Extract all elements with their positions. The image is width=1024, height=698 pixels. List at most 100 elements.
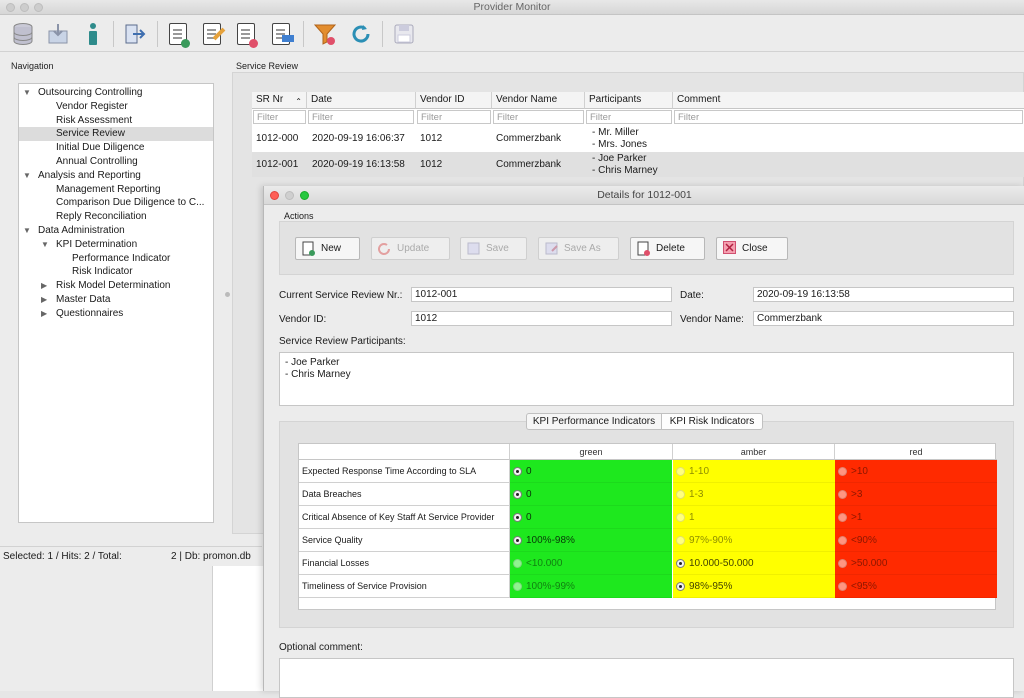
radio-button-icon[interactable] xyxy=(838,536,847,545)
save-button[interactable]: Save xyxy=(460,237,527,260)
collapsed-arrow-icon[interactable]: ▶ xyxy=(41,307,47,321)
nav-item[interactable]: ▶ Risk Model Determination xyxy=(19,279,213,293)
kpi-cell-amber[interactable]: 98%-95% xyxy=(673,575,835,598)
filter-sr-nr[interactable]: Filter xyxy=(253,110,306,124)
database-button[interactable] xyxy=(8,19,38,49)
nav-item[interactable]: Performance Indicator xyxy=(19,252,213,266)
kpi-cell-green[interactable]: <10.000 xyxy=(510,552,672,575)
dialog-zoom-light[interactable] xyxy=(300,191,309,200)
optional-comment-textarea[interactable] xyxy=(279,658,1014,698)
import-button[interactable] xyxy=(43,19,73,49)
exit-button[interactable] xyxy=(120,19,150,49)
kpi-cell-green[interactable]: 0 xyxy=(510,483,672,506)
nav-item[interactable]: Risk Assessment xyxy=(19,114,213,128)
kpi-cell-red[interactable]: >3 xyxy=(835,483,997,506)
radio-button-icon[interactable] xyxy=(513,490,522,499)
collapsed-arrow-icon[interactable]: ▶ xyxy=(41,279,47,293)
update-button[interactable]: Update xyxy=(371,237,450,260)
radio-button-icon[interactable] xyxy=(676,582,685,591)
nav-item[interactable]: ▶ Master Data xyxy=(19,293,213,307)
expanded-arrow-icon[interactable]: ▼ xyxy=(41,238,49,252)
nav-item[interactable]: Reply Reconciliation xyxy=(19,210,213,224)
filter-comment[interactable]: Filter xyxy=(674,110,1023,124)
save-as-button[interactable]: Save As xyxy=(538,237,619,260)
kpi-cell-amber[interactable]: 1 xyxy=(673,506,835,529)
zoom-window-button[interactable] xyxy=(34,3,43,12)
kpi-cell-red[interactable]: >50.000 xyxy=(835,552,997,575)
radio-button-icon[interactable] xyxy=(676,513,685,522)
close-button[interactable]: Close xyxy=(716,237,788,260)
kpi-cell-amber[interactable]: 97%-90% xyxy=(673,529,835,552)
kpi-cell-red[interactable]: >10 xyxy=(835,460,997,483)
kpi-cell-red[interactable]: >1 xyxy=(835,506,997,529)
nav-item[interactable]: ▼ Data Administration xyxy=(19,224,213,238)
nav-item[interactable]: Comparison Due Diligence to C... xyxy=(19,196,213,210)
kpi-cell-red[interactable]: <95% xyxy=(835,575,997,598)
current-sr-field[interactable]: 1012-001 xyxy=(411,287,672,302)
nav-item[interactable]: ▼ Analysis and Reporting xyxy=(19,169,213,183)
save-button[interactable] xyxy=(389,19,419,49)
kpi-cell-green[interactable]: 100%-99% xyxy=(510,575,672,598)
filter-vendor-name[interactable]: Filter xyxy=(493,110,584,124)
radio-button-icon[interactable] xyxy=(513,536,522,545)
radio-button-icon[interactable] xyxy=(676,490,685,499)
column-header-comment[interactable]: Comment xyxy=(673,92,1024,109)
radio-button-icon[interactable] xyxy=(513,582,522,591)
splitter-handle[interactable] xyxy=(225,292,230,297)
nav-item[interactable]: Annual Controlling xyxy=(19,155,213,169)
radio-button-icon[interactable] xyxy=(838,582,847,591)
nav-item[interactable]: Risk Indicator xyxy=(19,265,213,279)
kpi-cell-green[interactable]: 0 xyxy=(510,460,672,483)
tab-kpi-risk[interactable]: KPI Risk Indicators xyxy=(662,413,763,430)
filter-participants[interactable]: Filter xyxy=(586,110,672,124)
dialog-close-light[interactable] xyxy=(270,191,279,200)
radio-button-icon[interactable] xyxy=(838,559,847,568)
filter-date[interactable]: Filter xyxy=(308,110,414,124)
kpi-cell-red[interactable]: <90% xyxy=(835,529,997,552)
participants-textarea[interactable]: - Joe Parker - Chris Marney xyxy=(279,352,1014,406)
radio-button-icon[interactable] xyxy=(676,536,685,545)
nav-item[interactable]: ▼ Outsourcing Controlling xyxy=(19,86,213,100)
radio-button-icon[interactable] xyxy=(838,467,847,476)
vendor-id-field[interactable]: 1012 xyxy=(411,311,672,326)
kpi-cell-green[interactable]: 0 xyxy=(510,506,672,529)
nav-item[interactable]: ▶ Questionnaires xyxy=(19,307,213,321)
column-header-vendor-id[interactable]: Vendor ID xyxy=(416,92,492,109)
vendor-name-field[interactable]: Commerzbank xyxy=(753,311,1014,326)
expanded-arrow-icon[interactable]: ▼ xyxy=(23,86,31,100)
delete-document-button[interactable] xyxy=(231,19,261,49)
table-row-selected[interactable]: 1012-001 2020-09-19 16:13:58 1012 Commer… xyxy=(252,152,1024,177)
sla-document-button[interactable] xyxy=(266,19,296,49)
date-field[interactable]: 2020-09-19 16:13:58 xyxy=(753,287,1014,302)
edit-document-button[interactable] xyxy=(197,19,227,49)
expanded-arrow-icon[interactable]: ▼ xyxy=(23,224,31,238)
new-button[interactable]: New xyxy=(295,237,360,260)
column-header-vendor-name[interactable]: Vendor Name xyxy=(492,92,585,109)
radio-button-icon[interactable] xyxy=(513,467,522,476)
info-button[interactable] xyxy=(78,19,108,49)
filter-vendor-id[interactable]: Filter xyxy=(417,110,491,124)
expanded-arrow-icon[interactable]: ▼ xyxy=(23,169,31,183)
nav-item[interactable]: Vendor Register xyxy=(19,100,213,114)
tab-kpi-performance[interactable]: KPI Performance Indicators xyxy=(526,413,662,430)
column-header-participants[interactable]: Participants xyxy=(585,92,673,109)
delete-button[interactable]: Delete xyxy=(630,237,705,260)
nav-item[interactable]: Service Review xyxy=(19,127,213,142)
nav-item[interactable]: Management Reporting xyxy=(19,183,213,197)
radio-button-icon[interactable] xyxy=(513,559,522,568)
filter-button[interactable] xyxy=(310,19,340,49)
collapsed-arrow-icon[interactable]: ▶ xyxy=(41,293,47,307)
radio-button-icon[interactable] xyxy=(838,490,847,499)
table-row[interactable]: 1012-000 2020-09-19 16:06:37 1012 Commer… xyxy=(252,126,1024,151)
close-window-button[interactable] xyxy=(6,3,15,12)
kpi-cell-green[interactable]: 100%-98% xyxy=(510,529,672,552)
nav-item[interactable]: ▼ KPI Determination xyxy=(19,238,213,252)
column-header-sr-nr[interactable]: SR Nr ⌃ xyxy=(252,92,307,109)
radio-button-icon[interactable] xyxy=(838,513,847,522)
radio-button-icon[interactable] xyxy=(676,467,685,476)
new-document-button[interactable] xyxy=(163,19,193,49)
column-header-date[interactable]: Date xyxy=(307,92,416,109)
dialog-minimize-light[interactable] xyxy=(285,191,294,200)
nav-item[interactable]: Initial Due Diligence xyxy=(19,141,213,155)
kpi-cell-amber[interactable]: 1-3 xyxy=(673,483,835,506)
